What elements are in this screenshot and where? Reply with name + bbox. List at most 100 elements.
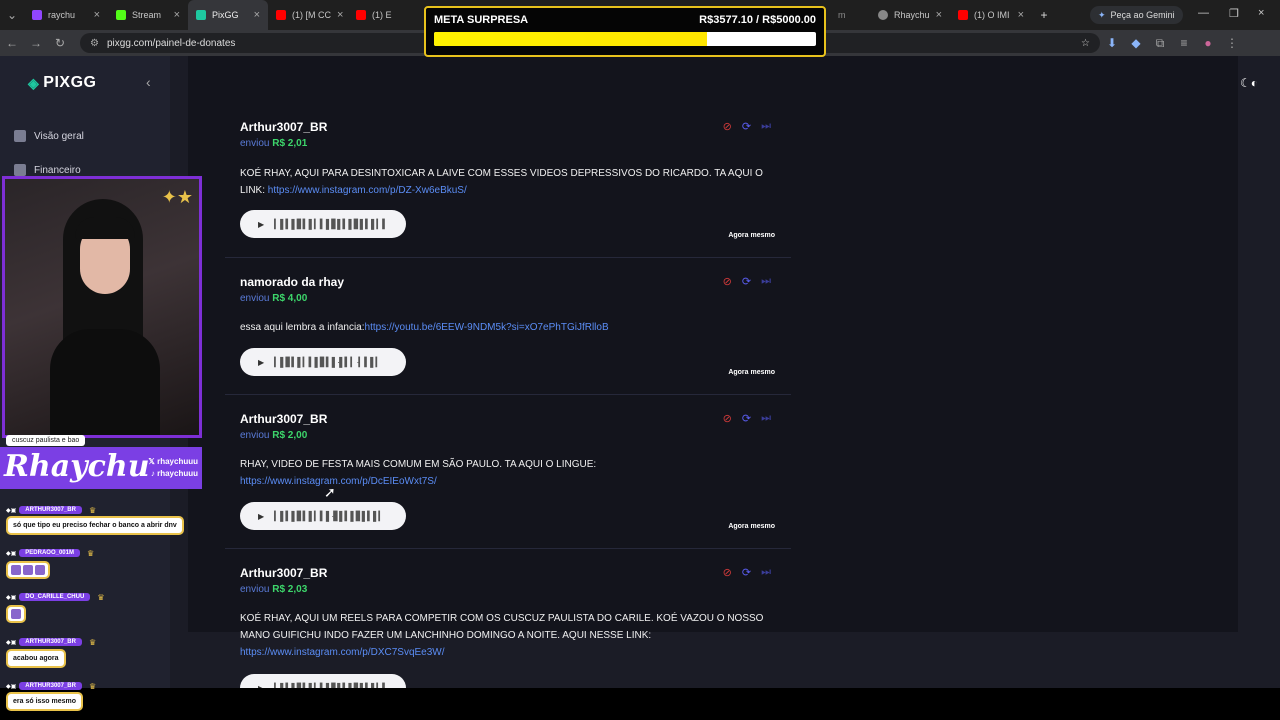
pixgg-logo[interactable]: ◈ PIXGG [28,74,96,92]
close-icon[interactable]: × [94,9,100,21]
theme-toggle-icon[interactable]: ☾◐ [1240,76,1258,90]
sidebar-item-visao-geral[interactable]: Visão geral [14,130,84,142]
tab-partial[interactable]: m [830,0,870,30]
audio-player[interactable]: ▶ ▎▌▍▌▋▍▌▎▍▌▋▌▍▌▋▌▍▌▎▍ [240,210,406,238]
collapse-sidebar-icon[interactable]: ‹ [146,74,151,90]
streamer-body [50,329,160,435]
minimize-icon[interactable]: — [1198,7,1209,19]
sidebar-item-financeiro[interactable]: Financeiro [14,164,81,176]
emote-icon [23,565,33,575]
audio-player[interactable]: ▶ ▎▌▍▌▋▍▌▎▍▌▋▌▍▌▋▌▍▌▎▍ [240,674,406,688]
forward-icon[interactable]: → [24,36,48,50]
audio-player[interactable]: ▶ ▎▌▍▌▋▍▌▎▍▌·▋▌▍▌▋▌▍▌▎ [240,502,406,530]
play-icon[interactable]: ▶ [258,684,264,689]
globe-icon [878,10,888,20]
block-icon[interactable]: ⊘ [723,275,732,288]
donation-card: Arthur3007_BR enviou R$ 2,01 ⊘ ⟳ ⏭ KOÉ R… [225,112,791,258]
close-icon[interactable]: × [936,9,942,21]
audio-player[interactable]: ▶ ▎▌▋▍▌▎▍▌▋▍▌·▌▍▎·▎▍▌▎ [240,348,406,376]
replay-icon[interactable]: ⟳ [742,275,751,288]
sidebar-item-label: Visão geral [34,130,84,142]
back-icon[interactable]: ← [0,36,24,50]
tab-pixgg[interactable]: PixGG × [188,0,268,30]
site-info-icon[interactable]: ⚙ [90,38,99,49]
donation-actions: ⊘ ⟳ ⏭ [723,412,771,425]
donation-card: namorado da rhay enviou R$ 4,00 ⊘ ⟳ ⏭ es… [225,267,791,395]
block-icon[interactable]: ⊘ [723,566,732,579]
extensions-icon[interactable]: ⧉ [1148,36,1172,51]
donor-name: Arthur3007_BR [240,120,328,134]
youtube-icon [958,10,968,20]
bookmark-star-icon[interactable]: ☆ [1081,38,1090,49]
profile-avatar[interactable]: ● [1196,36,1220,50]
waveform: ▎▌▍▌▋▍▌▎▍▌▋▌▍▌▋▌▍▌▎▍ [274,218,389,229]
streamer-brand-banner: Rhaychu 𝕏 rhaychuuu ♪ rhaychuuu [0,447,202,489]
tab-raychu[interactable]: raychu × [24,0,108,30]
chat-badges-icon: ◆▣ [6,639,17,646]
waveform: ▎▌▍▌▋▍▌▎▍▌▋▌▍▌▋▌▍▌▎▍ [274,682,389,689]
replay-icon[interactable]: ⟳ [742,412,751,425]
block-icon[interactable]: ⊘ [723,412,732,425]
goal-progress-fill [434,32,708,46]
donation-amount: enviou R$ 2,01 [240,138,308,149]
tab-search-icon[interactable]: ⌄ [0,8,24,22]
skip-icon[interactable]: ⏭ [761,566,771,579]
gemini-icon: ✦ [1098,9,1106,20]
donation-link[interactable]: https://www.instagram.com/p/DZ-Xw6eBkuS/ [268,185,467,196]
block-icon[interactable]: ⊘ [723,120,732,133]
url-text: pixgg.com/painel-de-donates [106,37,236,49]
goal-amount: R$3577.10 / R$5000.00 [699,14,816,26]
tab-rhaychu[interactable]: Rhaychu × [870,0,950,30]
tab-youtube-2[interactable]: (1) E [348,0,408,30]
skip-icon[interactable]: ⏭ [761,412,771,425]
donation-message: KOÉ RHAY, AQUI PARA DESINTOXICAR A LAIVE… [240,168,763,196]
donation-actions: ⊘ ⟳ ⏭ [723,120,771,133]
mouse-cursor-icon: ➚ [324,484,336,500]
close-icon[interactable]: × [174,9,180,21]
close-window-icon[interactable]: × [1258,7,1264,19]
reload-icon[interactable]: ↻ [48,36,72,50]
donation-link[interactable]: https://www.instagram.com/p/DXC7SvqEe3W/ [240,647,445,658]
replay-icon[interactable]: ⟳ [742,566,751,579]
play-icon[interactable]: ▶ [258,220,264,229]
donation-link[interactable]: https://youtu.be/6EEW-9NDM5k?si=xO7ePhTG… [365,322,609,333]
tab-label: PixGG [212,10,239,20]
skip-icon[interactable]: ⏭ [761,275,771,288]
chat-message: era só isso mesmo [6,692,84,711]
extension-gem-icon[interactable]: ◆ [1124,36,1148,50]
tab-youtube-3[interactable]: (1) O IMI × [950,0,1032,30]
crown-icon: ♛ [88,637,97,647]
tab-label: (1) O IMI [974,10,1010,20]
play-icon[interactable]: ▶ [258,358,264,367]
goal-progress-bar [434,32,816,46]
chat-badges-icon: ◆▣ [6,507,17,514]
close-icon[interactable]: × [1018,9,1024,21]
donation-time: Agora mesmo [728,523,775,530]
star-decoration-icon: ✦★ [161,187,193,207]
waveform: ▎▌▍▌▋▍▌▎▍▌·▋▌▍▌▋▌▍▌▎ [274,510,385,521]
donation-amount: enviou R$ 4,00 [240,293,308,304]
chat-message: só que tipo eu preciso fechar o banco a … [6,516,184,535]
close-icon[interactable]: × [254,9,260,21]
skip-icon[interactable]: ⏭ [761,120,771,133]
tab-label: Stream [132,10,162,20]
media-icon[interactable]: ≡ [1172,36,1196,50]
gemini-button[interactable]: ✦ Peça ao Gemini [1090,6,1183,24]
x-handle: 𝕏 rhaychuuu [148,457,198,466]
download-icon[interactable]: ⬇ [1100,36,1124,50]
maximize-icon[interactable]: ❐ [1229,7,1239,20]
twitch-icon [32,10,42,20]
donation-card: Arthur3007_BR enviou R$ 2,03 ⊘ ⟳ ⏭ KOÉ R… [225,558,791,688]
new-tab-icon[interactable]: + [1032,8,1056,22]
chat-message: acabou agora [6,649,66,668]
donation-message: KOÉ RHAY, AQUI UM REELS PARA COMPETIR CO… [240,613,764,658]
replay-icon[interactable]: ⟳ [742,120,751,133]
tab-youtube-1[interactable]: (1) [M CC × [268,0,348,30]
menu-icon[interactable]: ⋮ [1220,36,1244,50]
play-icon[interactable]: ▶ [258,512,264,521]
tab-stream[interactable]: Stream × [108,0,188,30]
close-icon[interactable]: × [337,9,343,21]
chat-badges-icon: ◆▣ [6,683,17,690]
donation-link[interactable]: https://www.instagram.com/p/DcEIEoWxt7S/ [240,476,437,487]
chat-username: ◆▣ DO_CARILLE_CHUU ♛ [6,592,105,602]
